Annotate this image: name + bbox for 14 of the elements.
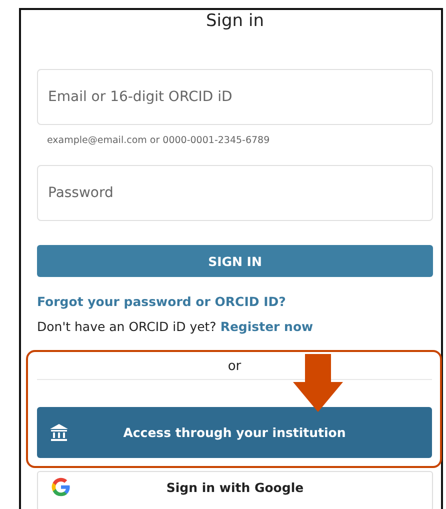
field-hint: example@email.com or 0000-0001-2345-6789 [47, 135, 271, 148]
page-title: Sign in [205, 11, 265, 31]
password-field[interactable]: Password [37, 165, 433, 221]
email-field[interactable]: Email or 16-digit ORCID iD [37, 69, 433, 125]
google-icon [50, 476, 72, 498]
separator-text: or [226, 358, 242, 376]
arrow-icon [293, 354, 343, 414]
forgot-password-link[interactable]: Forgot your password or ORCID ID? [37, 294, 286, 309]
bank-icon [49, 422, 69, 442]
institution-button[interactable]: Access through your institution [37, 407, 432, 458]
google-sign-in-button[interactable]: Sign in with Google [37, 471, 433, 509]
sign-in-button[interactable]: SIGN IN [37, 245, 433, 277]
register-link[interactable]: Register now [220, 319, 314, 334]
register-prompt: Don't have an ORCID iD yet? [37, 319, 216, 334]
